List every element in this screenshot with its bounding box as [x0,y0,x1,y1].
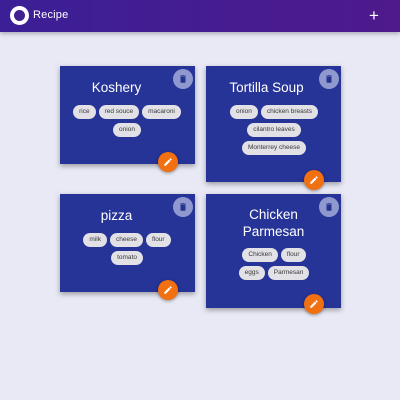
ingredient-chip: tomato [111,251,143,265]
app-bar: Recipe + [0,0,400,32]
ingredient-list: rice red souce macaroni onion [72,105,182,137]
ingredient-chip: Monterrey cheese [241,141,307,155]
ingredient-chip: Chicken [242,248,278,262]
ingredient-chip: eggs [238,266,265,280]
ingredient-chip: cilantro leaves [247,123,301,137]
ingredient-chip: macaroni [142,105,181,119]
recipe-title: Koshery [91,80,142,95]
delete-button[interactable] [319,69,339,89]
delete-button[interactable] [173,197,193,217]
pencil-icon [310,300,318,308]
pencil-icon [164,286,172,294]
pencil-icon [310,176,318,184]
recipe-card-koshery: Koshery rice red souce macaroni onion [60,66,195,172]
edit-button[interactable] [158,280,178,300]
ingredient-list: Chicken flour eggs Parmesan [232,248,316,280]
pencil-icon [164,158,172,166]
delete-button[interactable] [173,69,193,89]
edit-button[interactable] [304,170,324,190]
trash-icon [180,75,186,83]
add-recipe-button[interactable]: + [364,6,384,26]
ingredient-chip: red souce [98,105,140,119]
ingredient-chip: flour [280,248,306,262]
ingredient-chip: onion [229,105,258,119]
trash-icon [326,75,332,83]
ingredient-chip: rice [73,105,96,119]
ingredient-chip: milk [83,233,107,247]
app-title: Recipe [33,9,69,21]
recipe-card-chicken-parmesan: Chicken Parmesan Chicken flour eggs Parm… [206,194,341,314]
ingredient-list: milk cheese flour tomato [74,233,180,265]
ingredient-chip: flour [145,233,171,247]
ingredient-chip: cheese [109,233,143,247]
trash-icon [326,203,332,211]
ingredient-chip: onion [113,123,141,137]
recipe-title: Tortilla Soup [229,80,304,95]
ingredient-chip: chicken breasts [260,105,319,119]
circle-logo-icon [10,6,29,25]
recipe-card-pizza: pizza milk cheese flour tomato [60,194,195,300]
ingredient-chip: Parmesan [267,266,310,280]
ingredient-list: onion chicken breasts cilantro leaves Mo… [220,105,328,155]
recipe-title: pizza [100,208,133,223]
recipe-card-tortilla-soup: Tortilla Soup onion chicken breasts cila… [206,66,341,190]
edit-button[interactable] [304,294,324,314]
edit-button[interactable] [158,152,178,172]
delete-button[interactable] [319,197,339,217]
trash-icon [180,203,186,211]
recipe-title: Chicken Parmesan [242,207,305,239]
